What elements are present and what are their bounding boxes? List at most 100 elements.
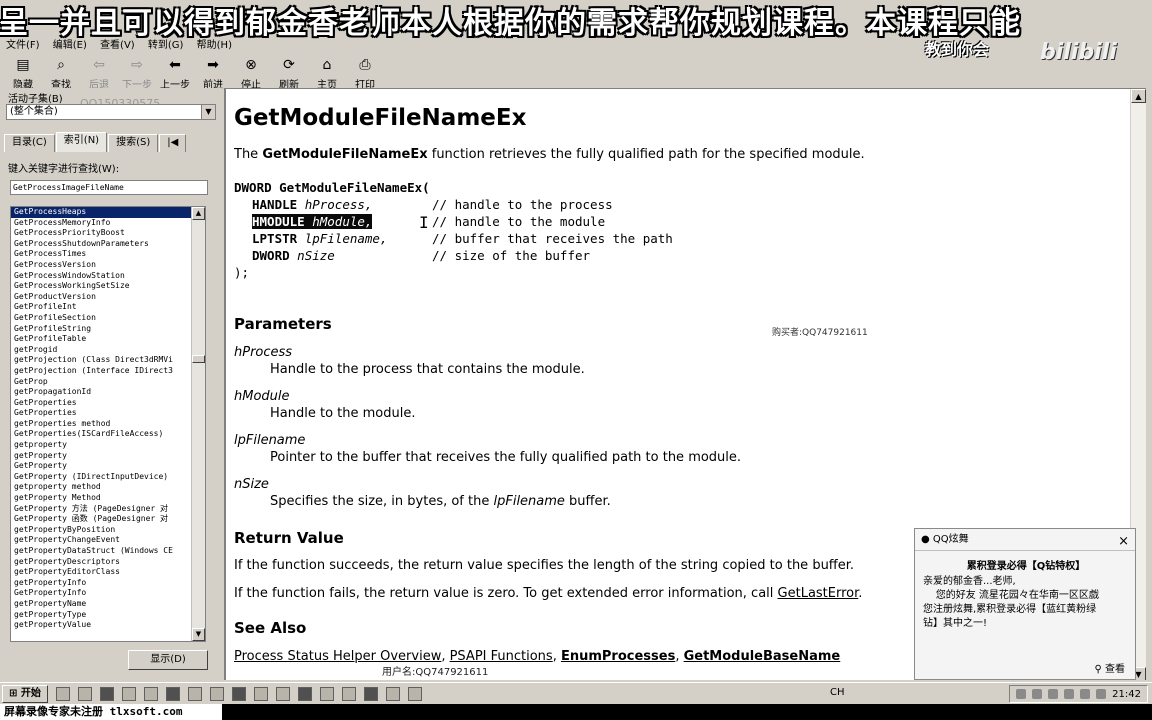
enumprocesses-link[interactable]: EnumProcesses bbox=[561, 649, 675, 664]
index-list-item[interactable]: GetProperty 方法 (PageDesigner 对 bbox=[11, 504, 191, 515]
quicklaunch-app-icon[interactable] bbox=[121, 686, 136, 701]
quicklaunch-app-icon[interactable] bbox=[165, 686, 180, 701]
quicklaunch-app-icon[interactable] bbox=[363, 686, 378, 701]
index-list-item[interactable]: GetProfileSection bbox=[11, 313, 191, 324]
index-list-item[interactable]: GetProp bbox=[11, 377, 191, 388]
scroll-up-icon[interactable]: ▲ bbox=[1131, 89, 1146, 103]
getlasterror-link[interactable]: GetLastError bbox=[778, 586, 859, 601]
keyword-input[interactable]: GetProcessImageFileName bbox=[10, 180, 208, 195]
refresh-button[interactable]: ⟳ 刷新 bbox=[270, 52, 308, 91]
tab-index[interactable]: 索引(N) bbox=[55, 132, 108, 152]
menu-view[interactable]: 查看(V) bbox=[100, 40, 135, 51]
index-list-item[interactable]: getProgid bbox=[11, 345, 191, 356]
quicklaunch-app-icon[interactable] bbox=[77, 686, 92, 701]
tray-app-icon[interactable] bbox=[1032, 689, 1043, 699]
index-list-item[interactable]: getPropertyName bbox=[11, 599, 191, 610]
qq-popup-view-link[interactable]: ⚲ 查看 bbox=[1094, 660, 1125, 675]
quicklaunch-app-icon[interactable] bbox=[297, 686, 312, 701]
input-language-indicator[interactable]: CH bbox=[830, 687, 845, 698]
quicklaunch-app-icon[interactable] bbox=[209, 686, 224, 701]
menu-edit[interactable]: 编辑(E) bbox=[53, 40, 87, 51]
index-list-item[interactable]: GetProcessMemoryInfo bbox=[11, 218, 191, 229]
index-list[interactable]: GetProcessHeaps GetProcessMemoryInfo GetPr… bbox=[10, 206, 206, 642]
index-list-item[interactable]: GetProcessVersion bbox=[11, 260, 191, 271]
next-button[interactable]: ➡ 前进 bbox=[194, 52, 232, 91]
index-list-item[interactable]: GetProcessHeaps bbox=[11, 207, 191, 218]
index-list-item[interactable]: getPropertyByPosition bbox=[11, 525, 191, 536]
start-button[interactable]: ⊞ 开始 bbox=[2, 684, 48, 703]
index-list-item[interactable]: getPropagationId bbox=[11, 387, 191, 398]
quicklaunch-app-icon[interactable] bbox=[385, 686, 400, 701]
quicklaunch-app-icon[interactable] bbox=[253, 686, 268, 701]
index-list-item[interactable]: getProperties method bbox=[11, 419, 191, 430]
index-list-item[interactable]: GetProperty 函数 (PageDesigner 对 bbox=[11, 514, 191, 525]
index-list-item[interactable]: getPropertyDescriptors bbox=[11, 557, 191, 568]
back-button[interactable]: ⇦ 后退 bbox=[80, 52, 118, 91]
scroll-thumb[interactable] bbox=[192, 355, 205, 363]
forward-button[interactable]: ⇨ 下一步 bbox=[118, 52, 156, 91]
hide-button[interactable]: ▤ 隐藏 bbox=[4, 52, 42, 91]
index-list-item[interactable]: GetProductVersion bbox=[11, 292, 191, 303]
quicklaunch-app-icon[interactable] bbox=[319, 686, 334, 701]
print-button[interactable]: ⎙ 打印 bbox=[346, 52, 384, 91]
index-list-item[interactable]: GetProcessShutdownParameters bbox=[11, 239, 191, 250]
index-list-item[interactable]: GetProfileString bbox=[11, 324, 191, 335]
quicklaunch-app-icon[interactable] bbox=[99, 686, 114, 701]
index-list-item[interactable]: getPropertyChangeEvent bbox=[11, 535, 191, 546]
index-list-item[interactable]: getPropertyValue bbox=[11, 620, 191, 631]
getmodulebasename-link[interactable]: GetModuleBaseName bbox=[684, 649, 841, 664]
index-list-item[interactable]: GetProfileInt bbox=[11, 302, 191, 313]
tray-app-icon[interactable] bbox=[1064, 689, 1075, 699]
prev-button[interactable]: ⬅ 上一步 bbox=[156, 52, 194, 91]
index-list-item[interactable]: GetProperty bbox=[11, 461, 191, 472]
stop-button[interactable]: ⊗ 停止 bbox=[232, 52, 270, 91]
index-list-item[interactable]: GetProperties(ISCardFileAccess) bbox=[11, 429, 191, 440]
tray-app-icon[interactable] bbox=[1048, 689, 1059, 699]
index-list-item[interactable]: GetProperty (IDirectInputDevice) bbox=[11, 472, 191, 483]
index-list-item[interactable]: getProperty Method bbox=[11, 493, 191, 504]
index-list-item[interactable]: getProjection (Class Direct3dRMVi bbox=[11, 355, 191, 366]
tab-scroll-left[interactable]: |◀ bbox=[159, 134, 187, 152]
index-list-item[interactable]: getPropertyEditorClass bbox=[11, 567, 191, 578]
scroll-down-icon[interactable]: ▼ bbox=[192, 628, 205, 641]
scroll-up-icon[interactable]: ▲ bbox=[192, 207, 205, 220]
index-list-item[interactable]: getProjection (Interface IDirect3 bbox=[11, 366, 191, 377]
tab-contents[interactable]: 目录(C) bbox=[4, 134, 55, 152]
index-list-item[interactable]: GetProcessWindowStation bbox=[11, 271, 191, 282]
volume-icon[interactable] bbox=[1096, 689, 1107, 699]
quicklaunch-app-icon[interactable] bbox=[275, 686, 290, 701]
index-list-item[interactable]: getProperty bbox=[11, 451, 191, 462]
index-list-item[interactable]: getPropertyDataStruct (Windows CE bbox=[11, 546, 191, 557]
show-button[interactable]: 显示(D) bbox=[128, 650, 208, 670]
tray-app-icon[interactable] bbox=[1016, 689, 1027, 699]
index-list-item[interactable]: GetProperties bbox=[11, 408, 191, 419]
index-list-item[interactable]: GetProfileTable bbox=[11, 334, 191, 345]
index-list-item[interactable]: GetProcessTimes bbox=[11, 249, 191, 260]
index-list-item[interactable]: GetProcessWorkingSetSize bbox=[11, 281, 191, 292]
menu-file[interactable]: 文件(F) bbox=[6, 40, 40, 51]
index-list-item[interactable]: getproperty method bbox=[11, 482, 191, 493]
menu-goto[interactable]: 转到(G) bbox=[148, 40, 184, 51]
home-button[interactable]: ⌂ 主页 bbox=[308, 52, 346, 91]
quicklaunch-app-icon[interactable] bbox=[55, 686, 70, 701]
tray-app-icon[interactable] bbox=[1080, 689, 1091, 699]
subset-select[interactable]: (整个集合) ▼ bbox=[6, 104, 216, 120]
index-list-item[interactable]: GetProcessPriorityBoost bbox=[11, 228, 191, 239]
quicklaunch-app-icon[interactable] bbox=[231, 686, 246, 701]
index-list-item[interactable]: getPropertyInfo bbox=[11, 578, 191, 589]
tab-search[interactable]: 搜索(S) bbox=[108, 134, 159, 152]
clock[interactable]: 21:42 bbox=[1112, 689, 1141, 700]
index-list-item[interactable]: GetProperties bbox=[11, 398, 191, 409]
psapi-functions-link[interactable]: PSAPI Functions bbox=[450, 649, 553, 664]
index-list-item[interactable]: getproperty bbox=[11, 440, 191, 451]
chevron-down-icon[interactable]: ▼ bbox=[201, 105, 215, 119]
quicklaunch-app-icon[interactable] bbox=[407, 686, 422, 701]
process-status-helper-overview-link[interactable]: Process Status Helper Overview bbox=[234, 649, 441, 664]
menu-help[interactable]: 帮助(H) bbox=[197, 40, 232, 51]
index-list-item[interactable]: GetPropertyInfo bbox=[11, 588, 191, 599]
find-button[interactable]: ⌕ 查找 bbox=[42, 52, 80, 91]
list-scrollbar[interactable]: ▲ ▼ bbox=[191, 207, 205, 641]
index-list-item[interactable]: getPropertyType bbox=[11, 610, 191, 621]
close-icon[interactable]: × bbox=[1118, 531, 1129, 553]
quicklaunch-app-icon[interactable] bbox=[341, 686, 356, 701]
